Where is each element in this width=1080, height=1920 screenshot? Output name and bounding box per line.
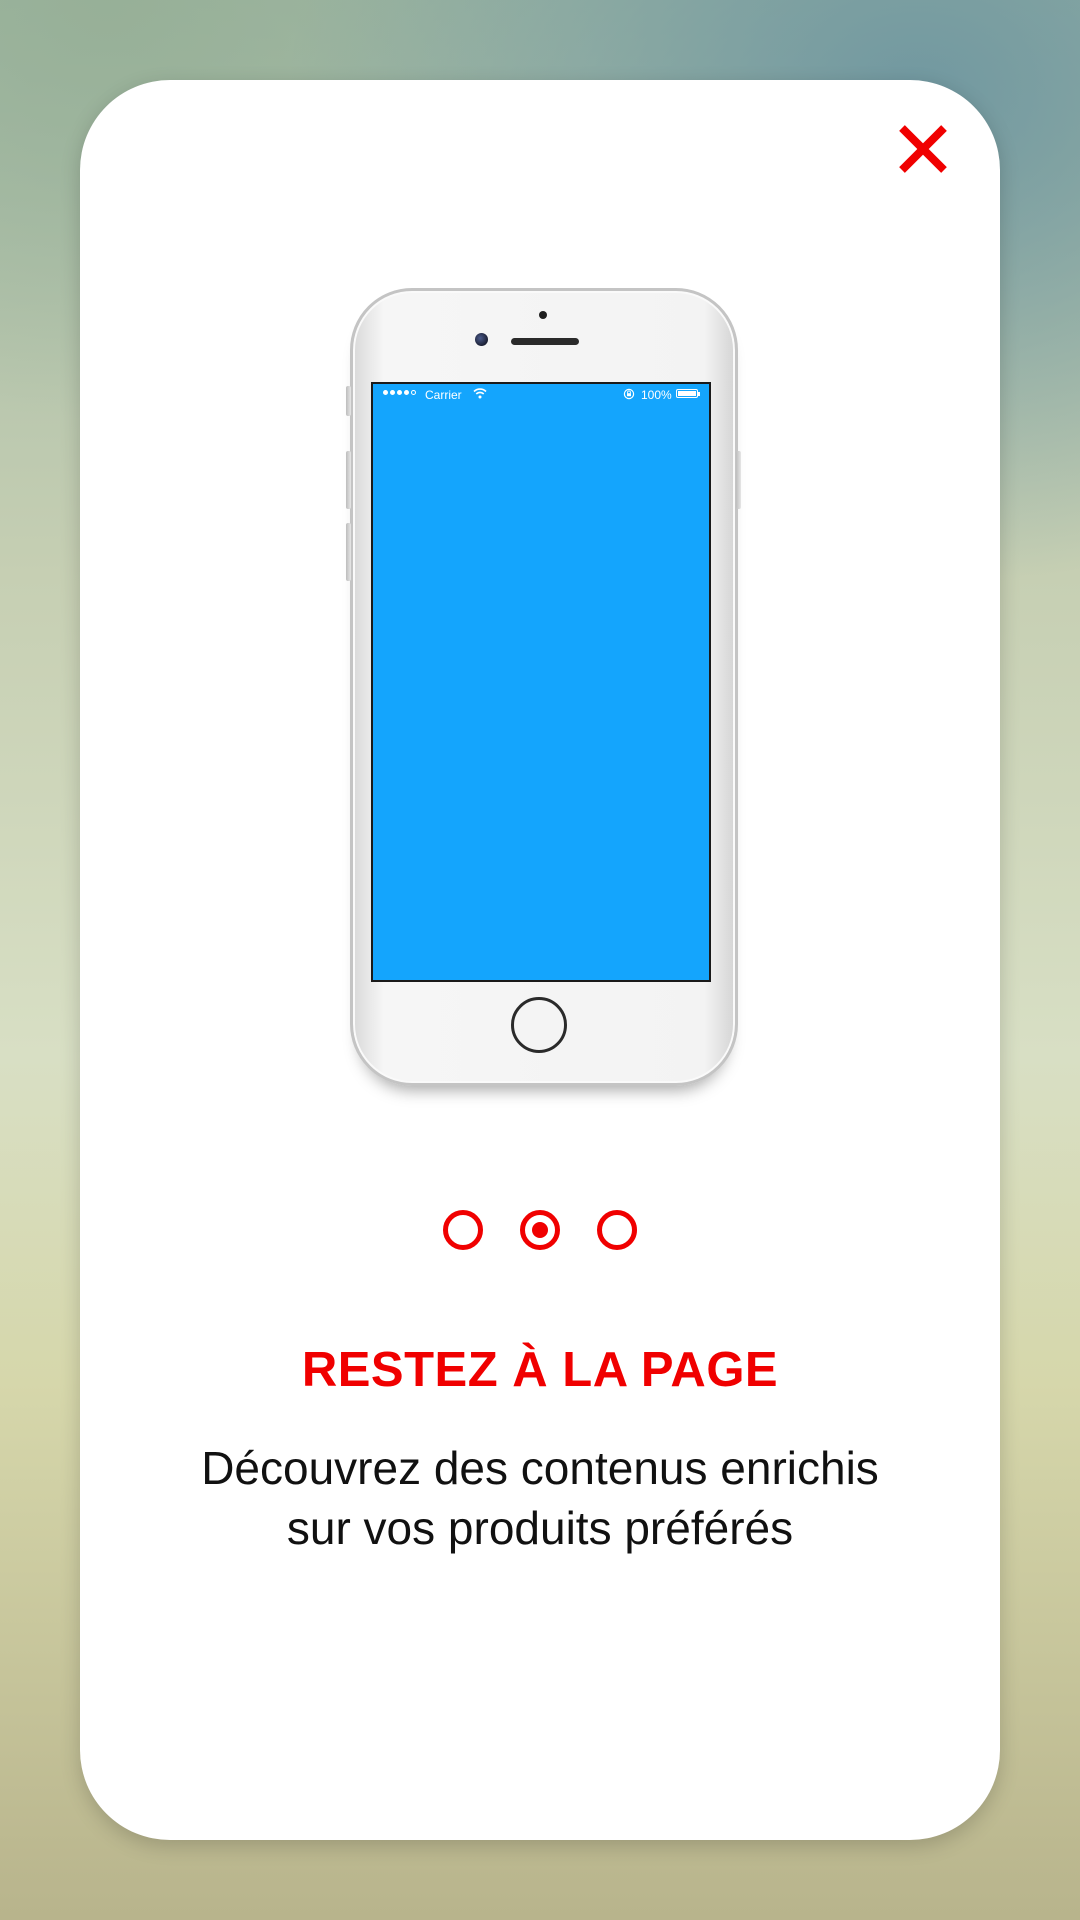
page-dot-3[interactable] <box>597 1210 637 1250</box>
proximity-sensor <box>539 311 547 319</box>
battery-icon <box>676 389 700 398</box>
signal-dots-icon <box>383 390 416 395</box>
mute-switch <box>346 386 351 416</box>
battery-percentage: 100% <box>641 388 672 402</box>
volume-up-button <box>346 451 351 509</box>
close-button[interactable] <box>892 118 954 180</box>
onboarding-description: Découvrez des contenus enrichis sur vos … <box>201 1442 879 1554</box>
onboarding-card: Carrier 100% RESTEZ À LA PAGE Découvrez … <box>80 80 1000 1840</box>
earpiece-speaker <box>511 338 579 345</box>
volume-down-button <box>346 523 351 581</box>
close-icon <box>899 125 947 173</box>
page-dot-1[interactable] <box>443 1210 483 1250</box>
phone-status-bar: Carrier 100% <box>373 384 709 406</box>
phone-screen: Carrier 100% <box>371 382 711 982</box>
page-indicator <box>80 1210 1000 1250</box>
front-camera-icon <box>475 333 488 346</box>
home-button-icon <box>511 997 567 1053</box>
page-dot-2-active[interactable] <box>520 1210 560 1250</box>
power-button <box>736 451 741 509</box>
onboarding-title: RESTEZ À LA PAGE <box>301 1343 779 1397</box>
rotation-lock-icon <box>623 388 635 400</box>
carrier-label: Carrier <box>425 388 462 402</box>
wifi-icon <box>473 388 487 399</box>
phone-mockup-image: Carrier 100% <box>346 288 741 1086</box>
